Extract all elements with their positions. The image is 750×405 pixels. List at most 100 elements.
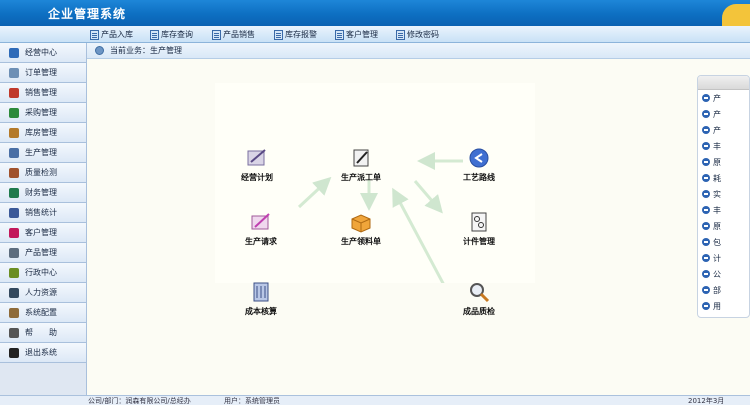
- toolbar-label: 库存查询: [161, 30, 193, 39]
- node-cost-accounting[interactable]: 成本核算: [245, 281, 277, 317]
- quick-link[interactable]: 产: [698, 122, 749, 138]
- quick-link[interactable]: 部: [698, 282, 749, 298]
- config-icon: [9, 307, 19, 318]
- toolbar-label: 产品销售: [223, 30, 255, 39]
- quick-link[interactable]: 产: [698, 90, 749, 106]
- status-user: 用户：系统管理员: [224, 397, 280, 405]
- minus-circle-icon: [702, 158, 710, 166]
- warehouse-icon: [9, 127, 19, 138]
- arrow-dispatch-to-piecework: [413, 180, 443, 214]
- main-content: 当前业务：生产管理 经营计划 生产派工单 工艺路线 生产请求 生产领料单 计件管…: [87, 43, 750, 395]
- node-production-dispatch[interactable]: 生产派工单: [341, 147, 381, 183]
- sidebar-item[interactable]: 采购管理: [0, 103, 86, 123]
- globe-icon: [9, 47, 19, 58]
- sidebar: 经营中心 订单管理 销售管理采购管理库房管理生产管理质量检测财务管理销售统计客户管理…: [0, 43, 87, 395]
- app-header: 企业管理系统: [0, 0, 750, 26]
- order-icon: [9, 67, 19, 78]
- toolbar-product-sales[interactable]: 产品销售: [212, 28, 255, 41]
- quick-link[interactable]: 丰: [698, 138, 749, 154]
- stats-icon: [9, 207, 19, 218]
- piecework-icon: [467, 211, 491, 233]
- sidebar-item[interactable]: 系统配置: [0, 303, 86, 323]
- quick-link-label: 丰: [713, 141, 721, 151]
- toolbar: 产品入库 库存查询 产品销售 库存报警 客户管理 修改密码: [0, 26, 750, 43]
- node-finished-inspection[interactable]: 成品质检: [463, 281, 495, 317]
- quick-link-label: 部: [713, 285, 721, 295]
- minus-circle-icon: [702, 270, 710, 278]
- sidebar-item[interactable]: 退出系统: [0, 343, 86, 363]
- toolbar-label: 客户管理: [346, 30, 378, 39]
- status-org: 公司/部门：润森有限公司/总经办: [88, 397, 191, 405]
- sidebar-item-label: 销售统计: [25, 208, 57, 217]
- sidebar-item-label: 退出系统: [25, 348, 57, 357]
- sidebar-item[interactable]: 产品管理: [0, 243, 86, 263]
- quality-icon: [9, 167, 19, 178]
- quick-link[interactable]: 计: [698, 250, 749, 266]
- quick-link-label: 产: [713, 93, 721, 103]
- node-business-plan[interactable]: 经营计划: [241, 147, 273, 183]
- sidebar-item[interactable]: 人力资源: [0, 283, 86, 303]
- minus-circle-icon: [702, 94, 710, 102]
- quick-link[interactable]: 实: [698, 186, 749, 202]
- sales-chart-icon: [9, 87, 19, 98]
- cost-icon: [249, 281, 273, 303]
- toolbar-product-stock-in[interactable]: 产品入库: [90, 28, 133, 41]
- document-icon: [212, 29, 221, 40]
- magnifier-icon: [467, 281, 491, 303]
- route-icon: [467, 147, 491, 169]
- sidebar-item-label: 财务管理: [25, 188, 57, 197]
- sidebar-item-label: 采购管理: [25, 108, 57, 117]
- minus-circle-icon: [702, 254, 710, 262]
- sidebar-item-label: 质量检测: [25, 168, 57, 177]
- sidebar-item[interactable]: 财务管理: [0, 183, 86, 203]
- sidebar-item[interactable]: 帮 助: [0, 323, 86, 343]
- minus-circle-icon: [702, 142, 710, 150]
- quick-link-label: 产: [713, 109, 721, 119]
- quick-link-label: 原: [713, 157, 721, 167]
- minus-circle-icon: [702, 302, 710, 310]
- node-material-requisition[interactable]: 生产领料单: [341, 211, 381, 247]
- sidebar-item[interactable]: 质量检测: [0, 163, 86, 183]
- sidebar-item[interactable]: 生产管理: [0, 143, 86, 163]
- sidebar-item[interactable]: 经营中心: [0, 43, 86, 63]
- sidebar-item[interactable]: 库房管理: [0, 123, 86, 143]
- toolbar-change-password[interactable]: 修改密码: [396, 28, 439, 41]
- quick-link-label: 实: [713, 189, 721, 199]
- minus-circle-icon: [702, 206, 710, 214]
- box-icon: [349, 211, 373, 233]
- quick-link[interactable]: 原: [698, 154, 749, 170]
- quick-link[interactable]: 公: [698, 266, 749, 282]
- product-icon: [9, 247, 19, 258]
- toolbar-label: 产品入库: [101, 30, 133, 39]
- location-icon: [95, 46, 104, 55]
- node-process-route[interactable]: 工艺路线: [463, 147, 495, 183]
- sidebar-item-label: 生产管理: [25, 148, 57, 157]
- quick-link[interactable]: 产: [698, 106, 749, 122]
- sidebar-item-label: 帮 助: [25, 328, 57, 337]
- quick-link[interactable]: 包: [698, 234, 749, 250]
- minus-circle-icon: [702, 126, 710, 134]
- sidebar-item[interactable]: 客户管理: [0, 223, 86, 243]
- quick-link-label: 耗: [713, 173, 721, 183]
- quick-link[interactable]: 丰: [698, 202, 749, 218]
- sidebar-item-label: 库房管理: [25, 128, 57, 137]
- sidebar-item-label: 产品管理: [25, 248, 57, 257]
- toolbar-customer-management[interactable]: 客户管理: [335, 28, 378, 41]
- node-piecework-management[interactable]: 计件管理: [463, 211, 495, 247]
- sidebar-item[interactable]: 订单管理: [0, 63, 86, 83]
- quick-link[interactable]: 用: [698, 298, 749, 314]
- document-icon: [274, 29, 283, 40]
- toolbar-inventory-query[interactable]: 库存查询: [150, 28, 193, 41]
- minus-circle-icon: [702, 190, 710, 198]
- toolbar-inventory-alarm[interactable]: 库存报警: [274, 28, 317, 41]
- quick-link-label: 原: [713, 221, 721, 231]
- sidebar-item[interactable]: 销售统计: [0, 203, 86, 223]
- quick-link[interactable]: 耗: [698, 170, 749, 186]
- production-icon: [9, 147, 19, 158]
- node-production-request[interactable]: 生产请求: [245, 211, 277, 247]
- breadcrumb: 当前业务：生产管理: [87, 43, 750, 59]
- quick-link[interactable]: 原: [698, 218, 749, 234]
- sidebar-item[interactable]: 行政中心: [0, 263, 86, 283]
- sidebar-item[interactable]: 销售管理: [0, 83, 86, 103]
- plan-icon: [245, 147, 269, 169]
